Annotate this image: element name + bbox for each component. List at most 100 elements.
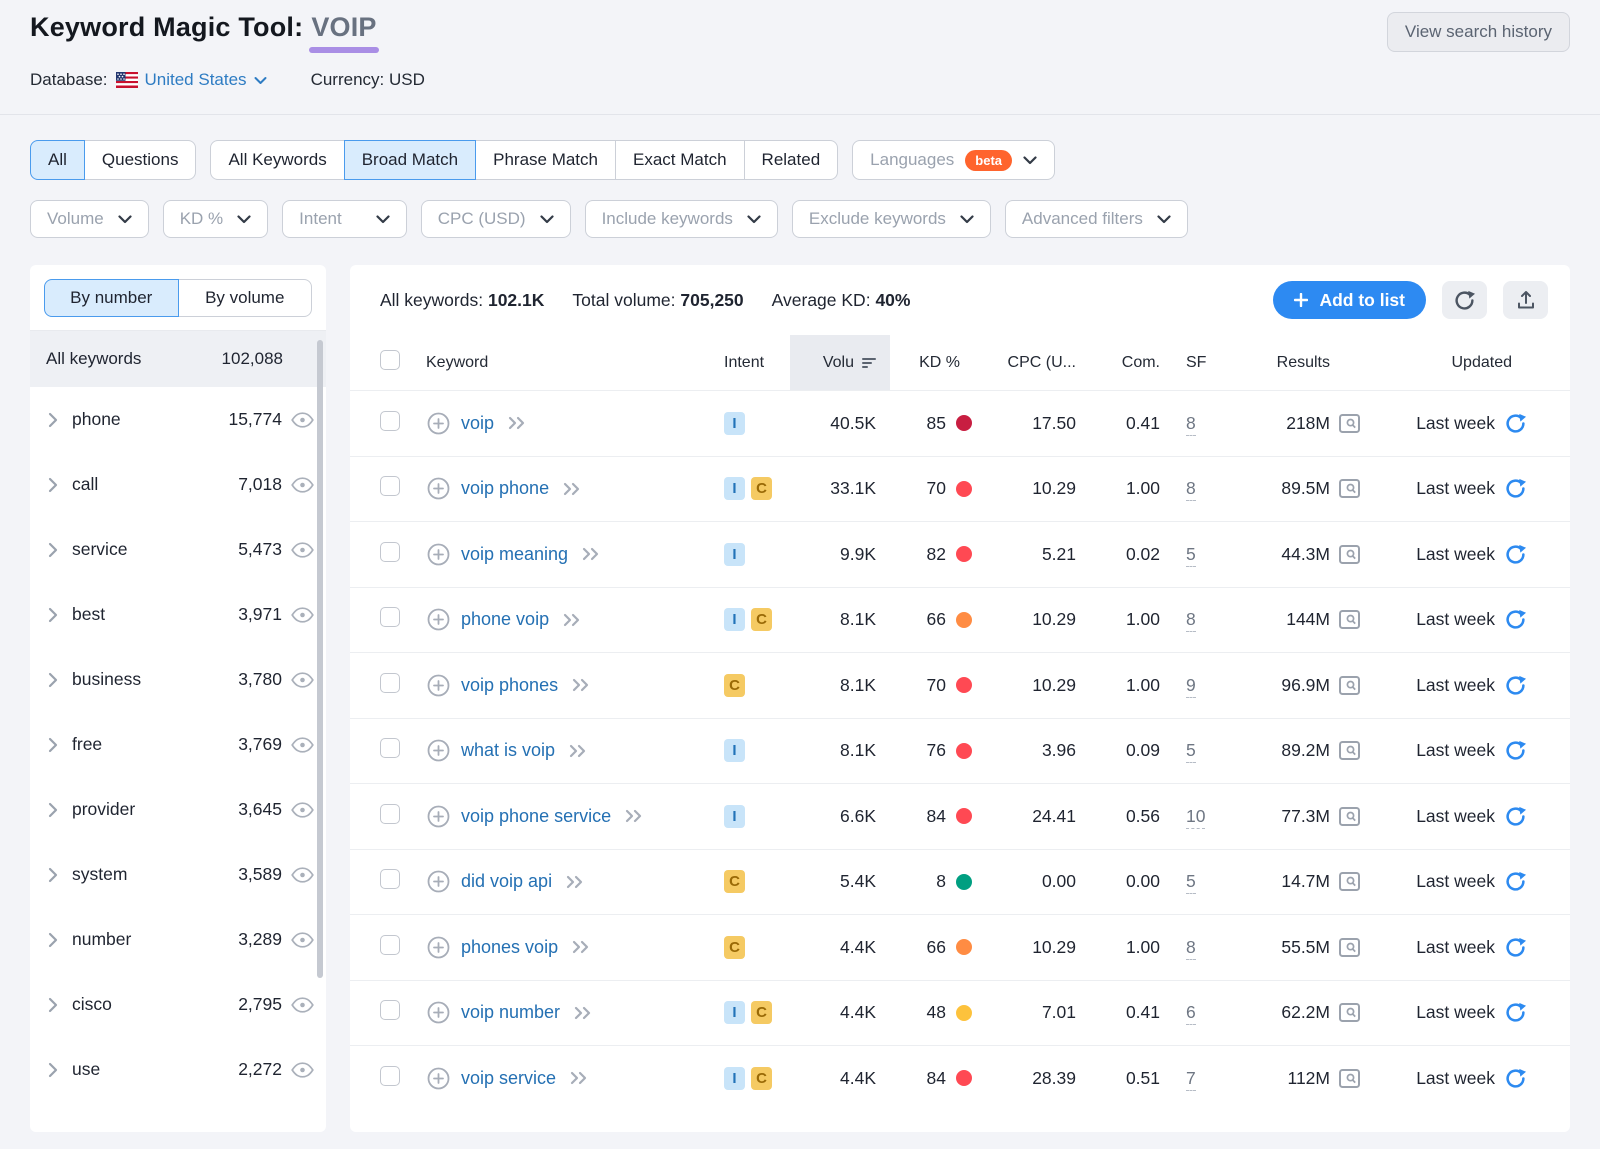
tab-broad-match[interactable]: Broad Match [344,140,476,180]
update-refresh-icon[interactable] [1505,871,1526,892]
add-keyword-icon[interactable] [427,674,450,697]
sf-value[interactable]: 9 [1186,675,1196,698]
expand-keyword-icon[interactable] [507,416,527,430]
select-all-checkbox[interactable] [380,350,400,370]
keyword-link[interactable]: phone voip [461,609,549,630]
keyword-link[interactable]: voip phone [461,478,549,499]
expand-keyword-icon[interactable] [624,809,644,823]
sf-value[interactable]: 8 [1186,478,1196,501]
sidebar-group-provider[interactable]: provider 3,645 [30,777,326,842]
sf-value[interactable]: 5 [1186,740,1196,763]
row-checkbox[interactable] [380,411,400,431]
sf-value[interactable]: 8 [1186,609,1196,632]
sf-value[interactable]: 8 [1186,413,1196,436]
add-keyword-icon[interactable] [427,608,450,631]
column-header-com[interactable]: Com. [1088,354,1170,372]
keyword-link[interactable]: voip service [461,1068,556,1089]
row-checkbox[interactable] [380,869,400,889]
sidebar-group-cisco[interactable]: cisco 2,795 [30,972,326,1037]
keyword-link[interactable]: did voip api [461,871,552,892]
keyword-link[interactable]: what is voip [461,740,555,761]
sf-value[interactable]: 8 [1186,937,1196,960]
eye-icon[interactable] [291,672,314,688]
add-keyword-icon[interactable] [427,543,450,566]
chevron-right-icon[interactable] [48,1062,58,1078]
chevron-right-icon[interactable] [48,802,58,818]
expand-keyword-icon[interactable] [573,1006,593,1020]
serp-icon[interactable] [1339,414,1360,433]
add-keyword-icon[interactable] [427,1001,450,1024]
database-selector[interactable]: United States [145,70,267,90]
sidebar-group-number[interactable]: number 3,289 [30,907,326,972]
chevron-right-icon[interactable] [48,542,58,558]
tab-all-keywords[interactable]: All Keywords [210,140,344,180]
row-checkbox[interactable] [380,607,400,627]
eye-icon[interactable] [291,997,314,1013]
sidebar-group-free[interactable]: free 3,769 [30,712,326,777]
serp-icon[interactable] [1339,938,1360,957]
keyword-link[interactable]: phones voip [461,937,558,958]
sidebar-group-system[interactable]: system 3,589 [30,842,326,907]
tab-all[interactable]: All [30,140,85,180]
add-keyword-icon[interactable] [427,412,450,435]
filter-advanced-filters[interactable]: Advanced filters [1005,200,1188,238]
serp-icon[interactable] [1339,1069,1360,1088]
update-refresh-icon[interactable] [1505,740,1526,761]
expand-keyword-icon[interactable] [581,547,601,561]
tab-related[interactable]: Related [744,140,839,180]
update-refresh-icon[interactable] [1505,413,1526,434]
update-refresh-icon[interactable] [1505,675,1526,696]
expand-keyword-icon[interactable] [565,875,585,889]
serp-icon[interactable] [1339,479,1360,498]
sidebar-group-service[interactable]: service 5,473 [30,517,326,582]
tab-questions[interactable]: Questions [84,140,197,180]
sidebar-item-all-keywords[interactable]: All keywords 102,088 [30,331,326,387]
chevron-right-icon[interactable] [48,412,58,428]
chevron-right-icon[interactable] [48,997,58,1013]
sf-value[interactable]: 7 [1186,1068,1196,1091]
row-checkbox[interactable] [380,738,400,758]
filter-include-keywords[interactable]: Include keywords [585,200,778,238]
chevron-right-icon[interactable] [48,932,58,948]
add-keyword-icon[interactable] [427,477,450,500]
column-header-kd[interactable]: KD % [890,354,978,372]
column-header-keyword[interactable]: Keyword [414,354,712,372]
sf-value[interactable]: 10 [1186,806,1205,829]
sf-value[interactable]: 6 [1186,1002,1196,1025]
row-checkbox[interactable] [380,1066,400,1086]
serp-icon[interactable] [1339,807,1360,826]
expand-keyword-icon[interactable] [569,1071,589,1085]
row-checkbox[interactable] [380,673,400,693]
row-checkbox[interactable] [380,935,400,955]
eye-icon[interactable] [291,477,314,493]
expand-keyword-icon[interactable] [562,482,582,496]
expand-keyword-icon[interactable] [571,940,591,954]
filter-intent[interactable]: Intent [282,200,407,238]
sf-value[interactable]: 5 [1186,544,1196,567]
sf-value[interactable]: 5 [1186,871,1196,894]
export-button[interactable] [1503,281,1548,319]
expand-keyword-icon[interactable] [571,678,591,692]
eye-icon[interactable] [291,412,314,428]
keyword-link[interactable]: voip [461,413,494,434]
tab-exact-match[interactable]: Exact Match [615,140,745,180]
eye-icon[interactable] [291,802,314,818]
serp-icon[interactable] [1339,1003,1360,1022]
column-header-updated[interactable]: Updated [1372,354,1570,372]
chevron-right-icon[interactable] [48,867,58,883]
chevron-right-icon[interactable] [48,477,58,493]
view-search-history-button[interactable]: View search history [1387,12,1570,52]
keyword-link[interactable]: voip meaning [461,544,568,565]
column-header-cpc[interactable]: CPC (U... [978,354,1088,372]
column-header-intent[interactable]: Intent [712,354,790,372]
sidebar-group-best[interactable]: best 3,971 [30,582,326,647]
keyword-link[interactable]: voip phone service [461,806,611,827]
update-refresh-icon[interactable] [1505,1002,1526,1023]
filter-cpc-usd[interactable]: CPC (USD) [421,200,571,238]
update-refresh-icon[interactable] [1505,1068,1526,1089]
eye-icon[interactable] [291,932,314,948]
eye-icon[interactable] [291,737,314,753]
filter-kd[interactable]: KD % [163,200,268,238]
sort-toggle-by-number[interactable]: By number [44,279,179,317]
update-refresh-icon[interactable] [1505,544,1526,565]
